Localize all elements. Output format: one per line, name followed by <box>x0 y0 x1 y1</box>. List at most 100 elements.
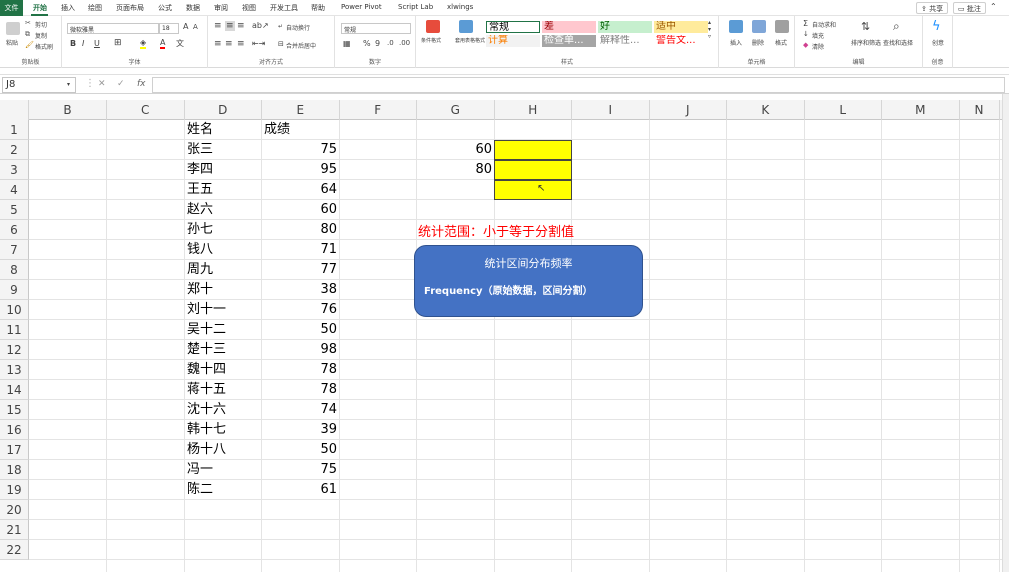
row-header-13[interactable]: 13 <box>0 360 29 380</box>
column-header-K[interactable]: K <box>727 100 805 120</box>
cut-icon[interactable]: ✂ <box>25 19 31 27</box>
score-cell[interactable]: 50 <box>262 440 337 460</box>
shrink-font-icon[interactable]: A <box>193 23 198 31</box>
row-header-7[interactable]: 7 <box>0 240 29 260</box>
name-cell[interactable]: 刘十一 <box>187 300 226 320</box>
comments-button[interactable]: ▭ 批注 <box>953 2 986 14</box>
name-cell[interactable]: 蒋十五 <box>187 380 226 400</box>
tab-power-pivot[interactable]: Power Pivot <box>341 3 382 11</box>
insert-cells-icon[interactable] <box>729 20 743 33</box>
row-header-16[interactable]: 16 <box>0 420 29 440</box>
find-select-icon[interactable]: ⌕ <box>893 19 900 34</box>
row-header-9[interactable]: 9 <box>0 280 29 300</box>
format-painter-label[interactable]: 格式刷 <box>35 42 53 51</box>
autosum-icon[interactable]: Σ <box>803 19 808 28</box>
wrap-text-icon[interactable]: ↵ <box>278 23 283 30</box>
fill-color-icon[interactable]: ◈ <box>140 38 147 49</box>
column-header-E[interactable]: E <box>262 100 340 120</box>
row-header-4[interactable]: 4 <box>0 180 29 200</box>
tab-review[interactable]: 审阅 <box>214 3 228 13</box>
decrease-decimal-icon[interactable]: .00 <box>399 39 410 47</box>
cell-H4[interactable] <box>494 180 572 200</box>
row-header-20[interactable]: 20 <box>0 500 29 520</box>
align-bottom-icon[interactable]: ≡ <box>237 21 245 31</box>
merge-icon[interactable]: ⊟ <box>278 40 284 48</box>
cell-style-item[interactable]: 计算 <box>486 35 540 47</box>
enter-icon[interactable]: ✓ <box>117 79 125 89</box>
delete-cells-label[interactable]: 删除 <box>752 38 764 47</box>
score-cell[interactable]: 74 <box>262 400 337 420</box>
conditional-format-icon[interactable] <box>426 20 440 33</box>
column-header-N[interactable]: N <box>960 100 1000 120</box>
format-painter-icon[interactable]: 🖌 <box>25 41 34 49</box>
row-header-10[interactable]: 10 <box>0 300 29 320</box>
cell-style-item[interactable]: 好 <box>598 21 652 33</box>
score-cell[interactable]: 64 <box>262 180 337 200</box>
row-header-6[interactable]: 6 <box>0 220 29 240</box>
name-box[interactable]: J8 <box>2 77 76 93</box>
score-cell[interactable]: 75 <box>262 460 337 480</box>
name-cell[interactable]: 周九 <box>187 260 213 280</box>
font-size-select[interactable]: 18 <box>159 23 179 34</box>
row-header-14[interactable]: 14 <box>0 380 29 400</box>
ideas-icon[interactable]: ϟ <box>932 19 941 34</box>
align-right-icon[interactable]: ≡ <box>237 39 245 49</box>
score-cell[interactable]: 71 <box>262 240 337 260</box>
border-icon[interactable]: ⊞ <box>114 38 122 48</box>
name-cell[interactable]: 孙七 <box>187 220 213 240</box>
score-cell[interactable]: 80 <box>262 220 337 240</box>
currency-icon[interactable]: ▦ <box>343 39 351 48</box>
score-cell[interactable]: 39 <box>262 420 337 440</box>
score-cell[interactable]: 98 <box>262 340 337 360</box>
comma-icon[interactable]: 9 <box>375 39 380 48</box>
format-cells-label[interactable]: 格式 <box>775 38 787 47</box>
select-all-corner[interactable] <box>0 100 29 120</box>
name-cell[interactable]: 楚十三 <box>187 340 226 360</box>
column-header-I[interactable]: I <box>572 100 650 120</box>
underline-button[interactable]: U <box>94 39 100 48</box>
sort-filter-label[interactable]: 排序和筛选 <box>851 38 881 47</box>
indent-icon[interactable]: ⇤⇥ <box>252 39 265 48</box>
score-cell[interactable]: 50 <box>262 320 337 340</box>
callout-box[interactable]: 统计区间分布频率 Frequency（原始数据，区间分割） <box>414 245 643 317</box>
tab-script-lab[interactable]: Script Lab <box>398 3 433 11</box>
gallery-scroll-icon[interactable]: ▴ ▾ ▿ <box>708 19 711 40</box>
cancel-icon[interactable]: ✕ <box>98 79 106 89</box>
row-header-11[interactable]: 11 <box>0 320 29 340</box>
row-header-12[interactable]: 12 <box>0 340 29 360</box>
paste-label[interactable]: 粘贴 <box>6 38 18 47</box>
score-cell[interactable]: 61 <box>262 480 337 500</box>
column-header-J[interactable]: J <box>650 100 727 120</box>
column-header-M[interactable]: M <box>882 100 960 120</box>
bold-button[interactable]: B <box>70 39 76 48</box>
copy-label[interactable]: 复制 <box>35 31 47 40</box>
cell-G2[interactable]: 60 <box>418 140 492 160</box>
tab-data[interactable]: 数据 <box>186 3 200 13</box>
name-cell[interactable]: 冯一 <box>187 460 213 480</box>
score-cell[interactable]: 60 <box>262 200 337 220</box>
name-cell[interactable]: 郑十 <box>187 280 213 300</box>
wrap-text-label[interactable]: 自动换行 <box>286 23 310 32</box>
ribbon-collapse-icon[interactable]: ⌃ <box>990 2 997 11</box>
row-header-1[interactable]: 1 <box>0 120 29 140</box>
align-center-icon[interactable]: ≡ <box>225 39 233 49</box>
tab-draw[interactable]: 绘图 <box>88 3 102 13</box>
tab-insert[interactable]: 插入 <box>61 3 75 13</box>
find-select-label[interactable]: 查找和选择 <box>883 38 913 47</box>
percent-icon[interactable]: % <box>363 39 371 48</box>
table-format-icon[interactable] <box>459 20 473 33</box>
row-header-17[interactable]: 17 <box>0 440 29 460</box>
cell-style-item[interactable]: 常规 <box>486 21 540 33</box>
insert-function-icon[interactable]: fx <box>137 79 146 89</box>
cell-style-item[interactable]: 解释性... <box>598 35 652 47</box>
score-cell[interactable]: 38 <box>262 280 337 300</box>
name-cell[interactable]: 韩十七 <box>187 420 226 440</box>
name-cell[interactable]: 魏十四 <box>187 360 226 380</box>
tab-xlwings[interactable]: xlwings <box>447 3 473 11</box>
sort-filter-icon[interactable]: ⇅ <box>861 20 870 33</box>
paste-icon[interactable] <box>6 22 20 35</box>
delete-cells-icon[interactable] <box>752 20 766 33</box>
cell-style-item[interactable]: 适中 <box>654 21 708 33</box>
cut-label[interactable]: 剪切 <box>35 20 47 29</box>
column-header-H[interactable]: H <box>495 100 572 120</box>
